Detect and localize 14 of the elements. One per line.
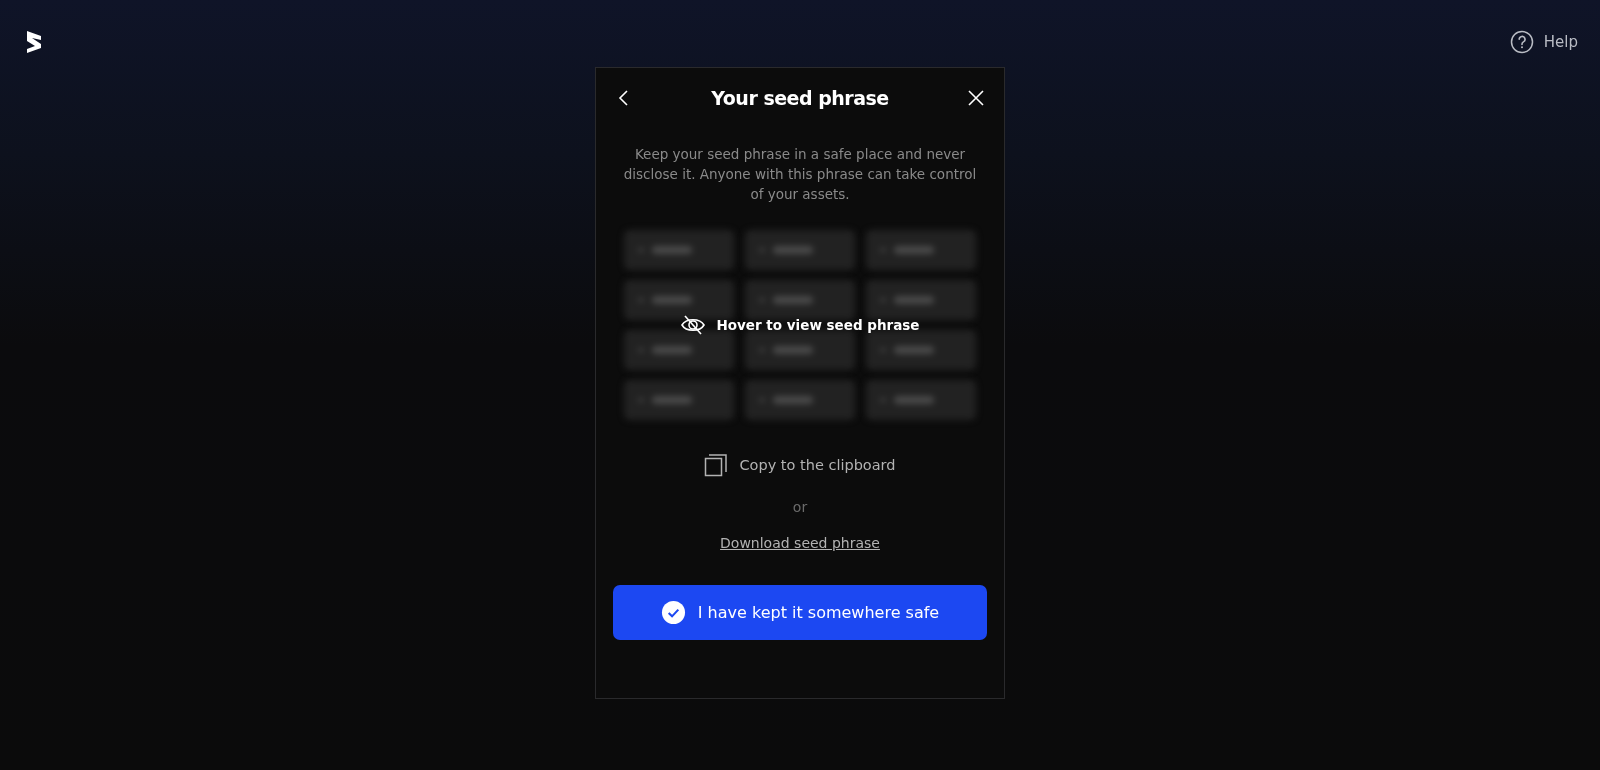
download-link[interactable]: Download seed phrase <box>720 535 880 551</box>
copy-icon <box>704 453 729 477</box>
or-separator: or <box>792 499 808 515</box>
reveal-hint: Hover to view seed phrase <box>716 317 920 333</box>
close-icon <box>966 88 986 108</box>
check-circle-icon <box>660 600 686 625</box>
help-button[interactable]: Help <box>1509 30 1578 54</box>
confirm-button[interactable]: I have kept it somewhere safe <box>613 585 987 640</box>
warning-text: Keep your seed phrase in a safe place and never disclose it. Anyone with this phrase can take control of your assets. <box>622 145 978 204</box>
dialog-title: Your seed phrase <box>711 87 889 109</box>
logo-icon[interactable] <box>24 29 44 55</box>
eye-off-icon <box>680 314 707 336</box>
help-icon <box>1509 30 1534 54</box>
copy-button[interactable]: Copy to the clipboard <box>704 453 896 477</box>
